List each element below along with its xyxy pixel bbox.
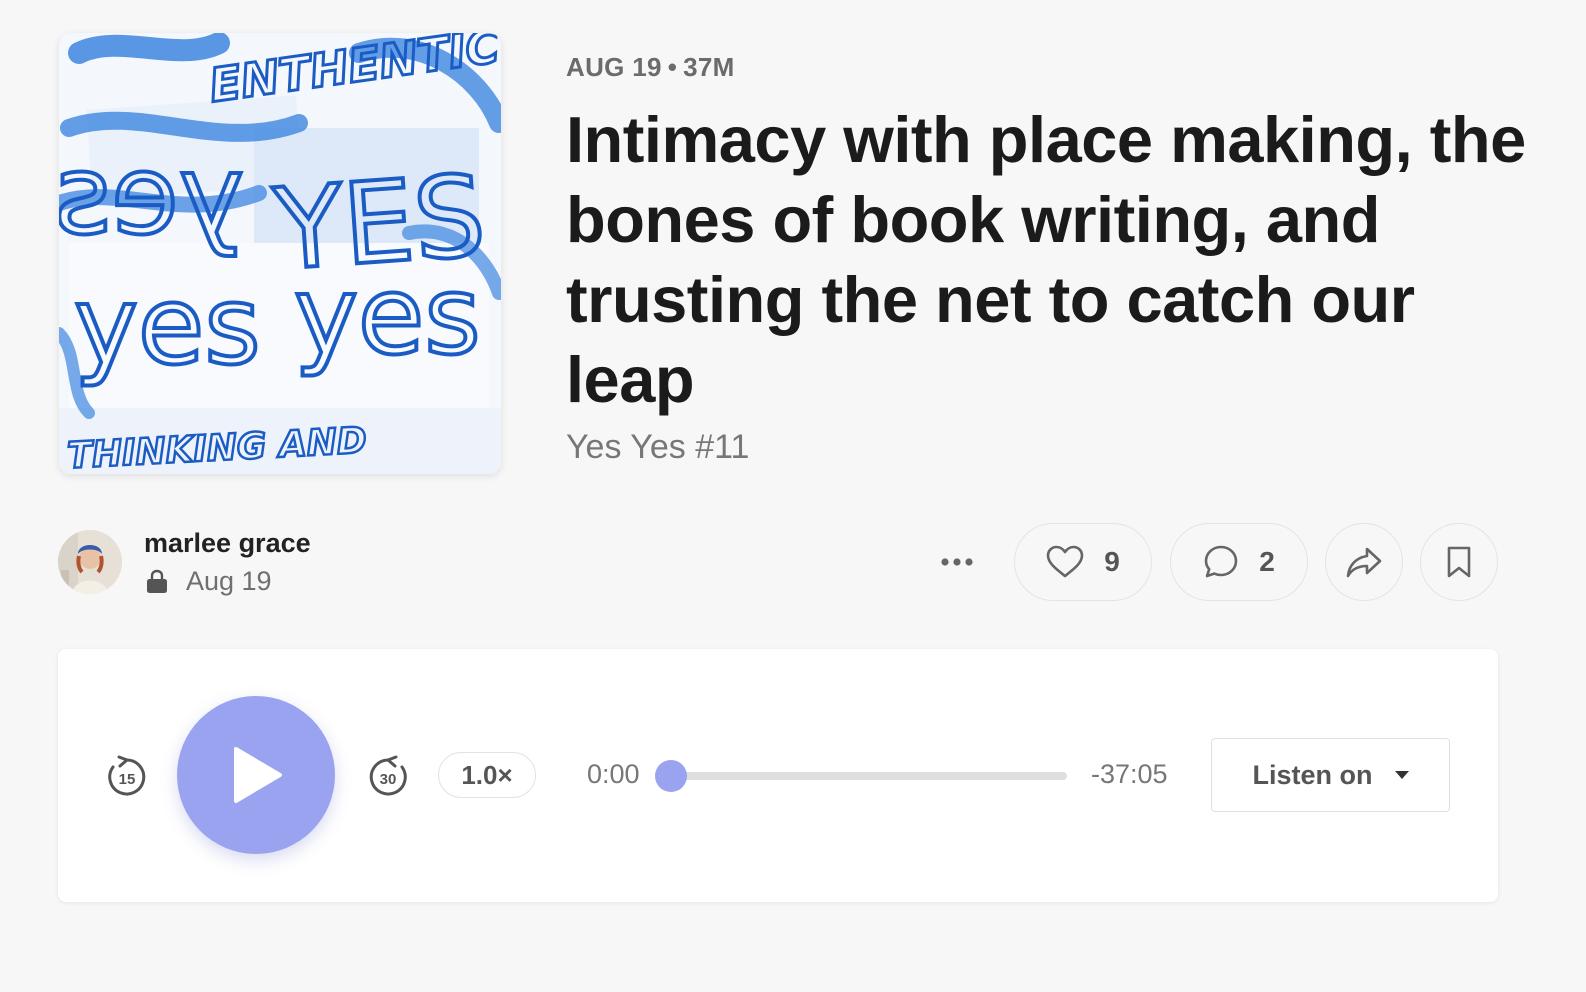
forward-30-icon: 30 (369, 755, 407, 796)
caret-down-icon (1394, 771, 1409, 779)
episode-duration: 37M (683, 52, 735, 82)
playback-speed-button[interactable]: 1.0× (438, 752, 536, 798)
rewind-15-icon: 15 (108, 755, 146, 796)
like-count: 9 (1104, 546, 1120, 577)
episode-meta: AUG 19 • 37M (566, 52, 735, 83)
skip-forward-label: 30 (380, 771, 397, 788)
publish-date: Aug 19 (186, 566, 272, 596)
like-button[interactable]: 9 (1014, 523, 1152, 601)
share-button[interactable] (1325, 523, 1403, 601)
play-icon (234, 747, 282, 803)
meta-separator: • (667, 52, 678, 82)
share-arrow-icon (1346, 547, 1382, 578)
author-avatar[interactable] (58, 530, 122, 594)
comment-button[interactable]: 2 (1170, 523, 1308, 601)
episode-cover-art: ENTHENTIC yes YES yes yes THINKING AND (59, 33, 501, 474)
cover-art-image: ENTHENTIC yes YES yes yes THINKING AND (59, 33, 501, 474)
time-elapsed: 0:00 (587, 759, 640, 789)
progress-thumb[interactable] (655, 760, 687, 792)
skip-back-label: 15 (119, 771, 136, 788)
more-options-button[interactable] (932, 540, 982, 584)
skip-forward-button[interactable]: 30 (366, 755, 410, 799)
bookmark-icon (1447, 546, 1471, 578)
time-remaining: -37:05 (1091, 759, 1168, 789)
listen-on-button[interactable]: Listen on (1211, 738, 1450, 812)
heart-icon (1046, 545, 1084, 578)
listen-on-label: Listen on (1252, 759, 1373, 790)
comment-count: 2 (1259, 546, 1275, 577)
cover-word-yes-mirrored: yes (59, 131, 244, 259)
author-name[interactable]: marlee grace (144, 528, 311, 559)
comment-bubble-icon (1204, 545, 1238, 578)
episode-title: Intimacy with place making, the bones of… (566, 103, 1526, 416)
play-button[interactable] (177, 696, 335, 854)
episode-page: ENTHENTIC yes YES yes yes THINKING AND A… (0, 0, 1586, 992)
ellipsis-icon (941, 558, 973, 566)
episode-date: AUG 19 (566, 52, 662, 82)
lock-icon (147, 569, 167, 593)
cover-word-yes-left: yes (74, 264, 261, 389)
progress-track[interactable] (671, 772, 1067, 780)
cover-word-yes-right: yes (294, 254, 481, 379)
bookmark-button[interactable] (1420, 523, 1498, 601)
episode-subtitle: Yes Yes #11 (566, 428, 750, 466)
avatar-image (58, 530, 122, 594)
audio-player: 15 30 1.0× 0:00 -37:05 Listen on (58, 649, 1498, 902)
skip-back-button[interactable]: 15 (105, 755, 149, 799)
